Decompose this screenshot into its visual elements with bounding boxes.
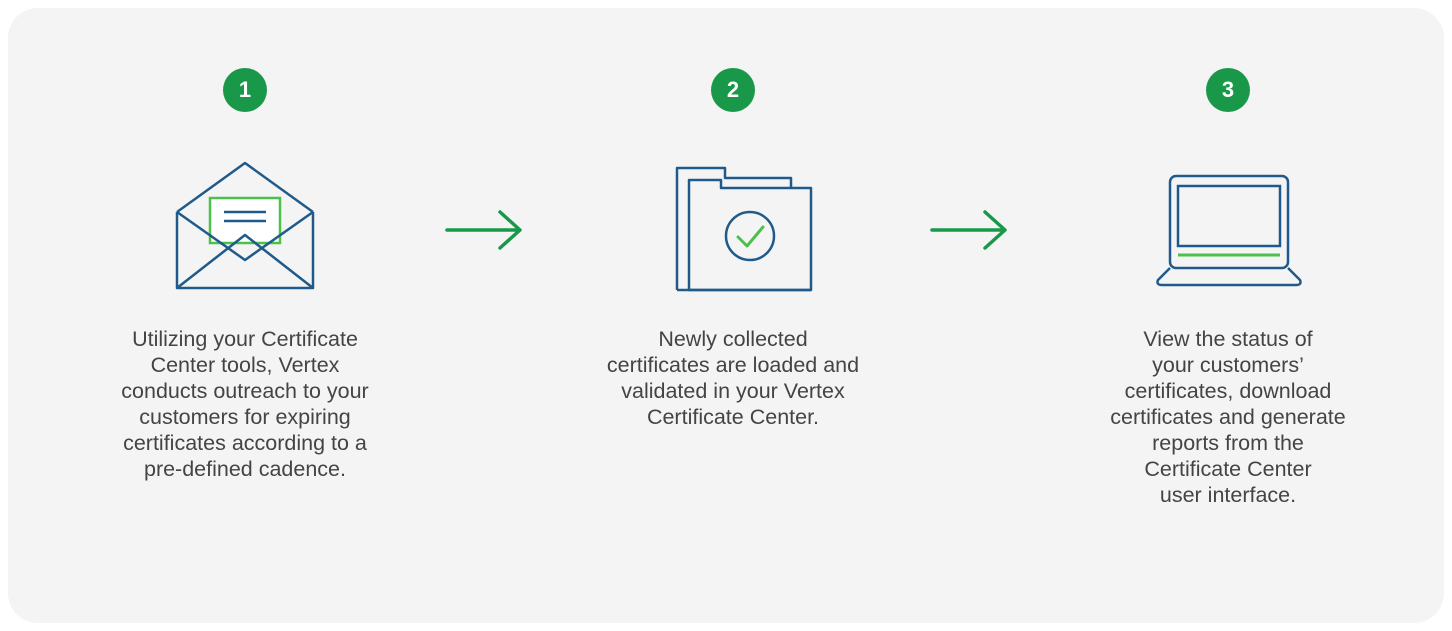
process-panel: 1 Utilizing your Certificate Center tool… bbox=[8, 8, 1444, 623]
step-3: 3 View the status of your customers’ cer… bbox=[1048, 8, 1408, 623]
arrow-right-icon bbox=[445, 210, 522, 250]
laptop-icon bbox=[1156, 174, 1302, 287]
envelope-icon bbox=[175, 161, 315, 290]
step-description: Utilizing your Certificate Center tools,… bbox=[121, 327, 369, 481]
step-description: Newly collected certificates are loaded … bbox=[606, 327, 860, 429]
step-number-badge: 2 bbox=[711, 68, 755, 112]
arrow-right-icon bbox=[930, 210, 1007, 250]
step-number-badge: 3 bbox=[1206, 68, 1250, 112]
step-1: 1 Utilizing your Certificate Center tool… bbox=[65, 8, 425, 623]
step-2: 2 Newly collected certificates are loade… bbox=[553, 8, 913, 623]
step-number-badge: 1 bbox=[223, 68, 267, 112]
step-description: View the status of your customers’ certi… bbox=[1110, 327, 1346, 507]
folder-check-icon bbox=[675, 166, 813, 292]
